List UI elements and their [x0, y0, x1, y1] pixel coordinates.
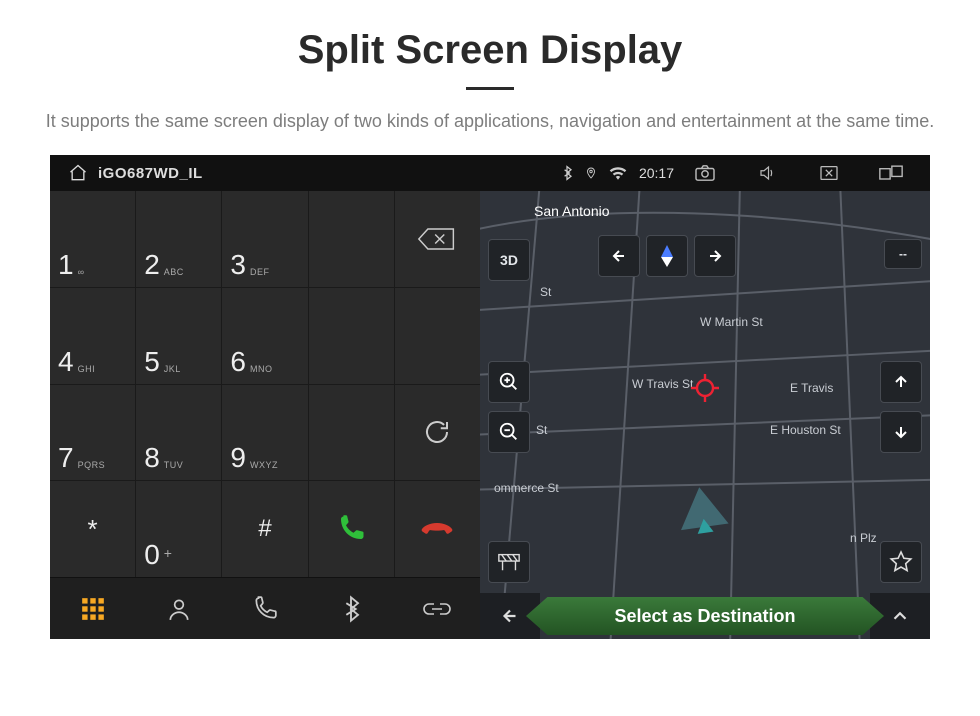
split-view: 1∞ 2ABC 3DEF 4GHI 5JKL 6MNO 7PQRS 8TUV 9…	[50, 191, 930, 639]
favorite-button[interactable]	[880, 541, 922, 583]
street-label: W Martin St	[700, 315, 763, 329]
nav-left-button[interactable]	[598, 235, 640, 277]
dash-indicator: --	[884, 239, 922, 269]
chevron-left-icon	[499, 605, 521, 627]
dialer-bottom-bar	[50, 577, 480, 639]
key-6[interactable]: 6MNO	[222, 288, 307, 384]
tilt-up-button[interactable]	[880, 361, 922, 403]
destination-bar: Select as Destination	[480, 593, 930, 639]
select-destination-button[interactable]: Select as Destination	[526, 597, 884, 635]
keypad-tab[interactable]	[63, 579, 123, 639]
chevron-up-icon	[889, 605, 911, 627]
arrow-up-icon	[891, 372, 911, 392]
zoom-in-icon	[498, 371, 520, 393]
bluetooth-tab[interactable]	[321, 579, 381, 639]
key-5[interactable]: 5JKL	[136, 288, 221, 384]
volume-icon[interactable]	[747, 159, 787, 187]
redial-icon	[422, 417, 452, 447]
street-label: E Houston St	[770, 423, 841, 437]
link-icon	[422, 597, 452, 621]
link-tab[interactable]	[407, 579, 467, 639]
home-icon[interactable]	[68, 163, 88, 183]
app-title: iGO687WD_IL	[98, 165, 203, 182]
keypad-spacer	[395, 288, 480, 384]
vehicle-heading-icon	[675, 484, 728, 530]
screenshot-icon[interactable]	[685, 159, 725, 187]
key-1[interactable]: 1∞	[50, 191, 135, 287]
key-7[interactable]: 7PQRS	[50, 385, 135, 481]
device-screenshot: iGO687WD_IL 20:17 1∞ 2ABC 3DEF	[50, 155, 930, 639]
street-label: St	[540, 285, 551, 299]
key-3[interactable]: 3DEF	[222, 191, 307, 287]
wifi-icon	[609, 166, 627, 180]
key-9[interactable]: 9WXYZ	[222, 385, 307, 481]
street-label: ommerce St	[494, 481, 559, 495]
recent-tab[interactable]	[235, 579, 295, 639]
page-description: It supports the same screen display of t…	[0, 108, 980, 135]
status-bar: iGO687WD_IL 20:17	[50, 155, 930, 191]
roadblock-icon	[497, 551, 521, 573]
keypad-spacer	[309, 288, 394, 384]
page-heading: Split Screen Display	[0, 0, 980, 90]
call-button[interactable]	[309, 481, 394, 577]
street-label: n Plz	[850, 531, 877, 545]
street-label: St	[536, 423, 547, 437]
zoom-out-icon	[498, 421, 520, 443]
backspace-icon	[417, 226, 457, 252]
location-icon	[585, 165, 597, 181]
navigation-panel[interactable]: San Antonio St W Martin St W Travis St E…	[480, 191, 930, 639]
target-crosshair-icon	[690, 373, 720, 403]
zoom-out-button[interactable]	[488, 411, 530, 453]
close-app-icon[interactable]	[809, 159, 849, 187]
keypad-spacer	[309, 191, 394, 287]
title-underline	[466, 87, 514, 90]
phone-hangup-icon	[420, 517, 454, 541]
bluetooth-icon	[341, 595, 361, 623]
system-icon-bar	[674, 159, 922, 187]
key-8[interactable]: 8TUV	[136, 385, 221, 481]
person-icon	[166, 596, 192, 622]
clock-time: 20:17	[639, 165, 674, 181]
route-info-button[interactable]	[488, 541, 530, 583]
key-2[interactable]: 2ABC	[136, 191, 221, 287]
key-4[interactable]: 4GHI	[50, 288, 135, 384]
arrow-left-icon	[609, 246, 629, 266]
hangup-button[interactable]	[395, 481, 480, 577]
phone-call-icon	[336, 514, 366, 544]
dialer-panel: 1∞ 2ABC 3DEF 4GHI 5JKL 6MNO 7PQRS 8TUV 9…	[50, 191, 480, 639]
key-hash[interactable]: #	[222, 481, 307, 577]
recent-apps-icon[interactable]	[871, 159, 911, 187]
arrow-down-icon	[891, 422, 911, 442]
keypad-spacer	[309, 385, 394, 481]
page-title: Split Screen Display	[0, 28, 980, 73]
city-label: San Antonio	[534, 203, 610, 219]
street-label: E Travis	[790, 381, 833, 395]
arrow-right-icon	[705, 246, 725, 266]
street-label: W Travis St	[632, 377, 693, 391]
redial-button[interactable]	[395, 385, 480, 481]
nav-compass-button[interactable]	[646, 235, 688, 277]
star-icon	[889, 550, 913, 574]
nav-right-button[interactable]	[694, 235, 736, 277]
zoom-in-button[interactable]	[488, 361, 530, 403]
contacts-tab[interactable]	[149, 579, 209, 639]
keypad: 1∞ 2ABC 3DEF 4GHI 5JKL 6MNO 7PQRS 8TUV 9…	[50, 191, 480, 577]
key-star[interactable]: *	[50, 481, 135, 577]
keypad-grid-icon	[80, 596, 106, 622]
phone-icon	[252, 596, 278, 622]
compass-north-icon	[658, 245, 676, 267]
tilt-down-button[interactable]	[880, 411, 922, 453]
view-mode-button[interactable]: 3D	[488, 239, 530, 281]
status-right: 20:17	[561, 165, 674, 181]
key-0[interactable]: 0+	[136, 481, 221, 577]
backspace-button[interactable]	[395, 191, 480, 287]
bluetooth-icon	[561, 165, 573, 181]
